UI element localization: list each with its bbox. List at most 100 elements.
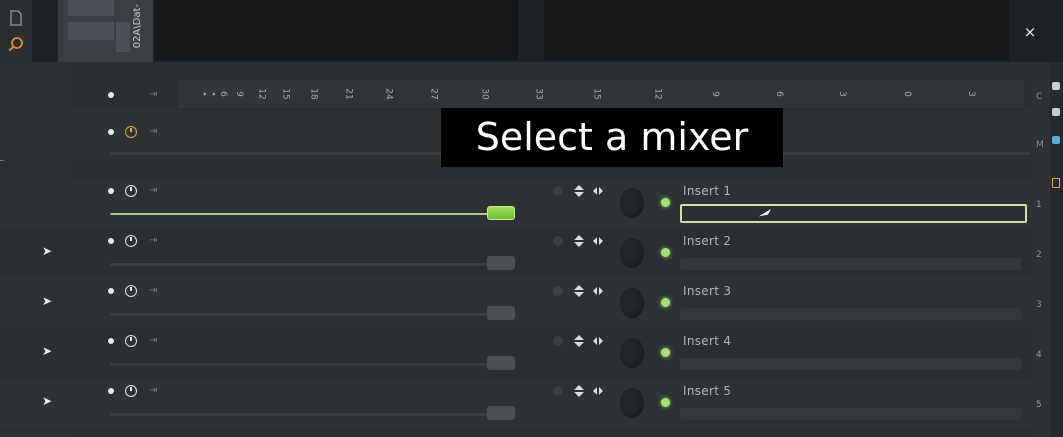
master-dot[interactable] xyxy=(108,92,114,98)
ruler-tick: 3 xyxy=(965,91,976,97)
rail-label: 1 xyxy=(1036,200,1042,210)
insert-label: Insert 1 xyxy=(683,184,732,198)
insert-selector[interactable] xyxy=(680,358,1022,370)
file-icon[interactable] xyxy=(8,10,24,26)
updown-icon[interactable] xyxy=(573,234,585,248)
ruler-tick: 0 xyxy=(901,91,912,97)
right-rail: C M 1 2 3 4 5 xyxy=(1032,80,1050,437)
pan-knob[interactable] xyxy=(553,236,563,246)
rail-label: 2 xyxy=(1036,250,1042,260)
top-toolbar: 02A\Dat- × xyxy=(0,0,1063,62)
updown-icon[interactable] xyxy=(573,184,585,198)
volume-knob[interactable] xyxy=(620,388,644,418)
send-level-track[interactable] xyxy=(110,313,490,316)
input-arrow-icon[interactable]: ⇥ xyxy=(149,286,165,296)
insert-label: Insert 5 xyxy=(683,384,732,398)
rail-label: 3 xyxy=(1036,300,1042,310)
pan-knob[interactable] xyxy=(553,336,563,346)
input-arrow-icon[interactable]: ⇥ xyxy=(149,90,165,100)
row-dot[interactable] xyxy=(108,338,114,344)
pan-knob[interactable] xyxy=(553,286,563,296)
led-icon[interactable] xyxy=(661,248,670,257)
left-right-icon[interactable] xyxy=(592,386,604,396)
ruler-tick: 12 xyxy=(256,88,267,100)
send-level-track[interactable] xyxy=(110,363,490,366)
volume-knob[interactable] xyxy=(620,238,644,268)
chevron-right-icon[interactable]: ➤ xyxy=(42,244,52,258)
send-level-fader[interactable] xyxy=(487,356,515,370)
clock-icon[interactable] xyxy=(125,126,137,138)
ruler-tick: 12 xyxy=(652,88,663,100)
rail-label: 5 xyxy=(1036,400,1042,410)
row-dot[interactable] xyxy=(108,288,114,294)
ruler-tick: 9 xyxy=(709,91,720,97)
toolbar-icons xyxy=(0,0,32,62)
chevron-right-icon[interactable]: ➤ xyxy=(42,294,52,308)
updown-icon[interactable] xyxy=(573,334,585,348)
rail-label: M xyxy=(1036,140,1044,150)
updown-icon[interactable] xyxy=(573,384,585,398)
insert-selector[interactable] xyxy=(680,308,1022,320)
led-icon[interactable] xyxy=(661,198,670,207)
clock-icon[interactable] xyxy=(125,285,137,297)
ruler-tick: 9 xyxy=(233,91,244,97)
send-level-fader[interactable] xyxy=(487,206,515,220)
input-arrow-icon[interactable]: ⇥ xyxy=(149,186,165,196)
clock-icon[interactable] xyxy=(125,235,137,247)
ruler-tick: 15 xyxy=(280,88,291,100)
led-icon[interactable] xyxy=(661,398,670,407)
send-level-fader[interactable] xyxy=(487,406,515,420)
send-level-fader[interactable] xyxy=(487,306,515,320)
search-icon[interactable] xyxy=(8,36,24,52)
input-arrow-icon[interactable]: ⇥ xyxy=(149,127,165,137)
send-level-fader[interactable] xyxy=(487,256,515,270)
led-icon[interactable] xyxy=(661,298,670,307)
row-dot[interactable] xyxy=(108,129,114,135)
close-icon[interactable]: × xyxy=(1020,22,1040,42)
ruler-tick: 21 xyxy=(343,88,354,100)
insert-selector[interactable] xyxy=(680,408,1022,420)
led-icon[interactable] xyxy=(661,348,670,357)
tutorial-caption: Select a mixer xyxy=(441,108,783,167)
rail-label: 4 xyxy=(1036,350,1042,360)
volume-knob[interactable] xyxy=(620,338,644,368)
right-edge-tools xyxy=(1050,62,1063,437)
insert-selector[interactable] xyxy=(680,258,1022,270)
ruler-tick: 6 xyxy=(217,91,228,97)
pan-knob[interactable] xyxy=(553,386,563,396)
chevron-right-icon[interactable]: ➤ xyxy=(42,344,52,358)
ruler-tick: 3 xyxy=(836,91,847,97)
left-right-icon[interactable] xyxy=(592,286,604,296)
chevron-right-icon[interactable]: ➤ xyxy=(42,394,52,408)
input-arrow-icon[interactable]: ⇥ xyxy=(149,236,165,246)
ruler-tick: 27 xyxy=(428,88,439,100)
ruler-tick: 18 xyxy=(308,88,319,100)
send-level-track[interactable] xyxy=(110,263,490,266)
row-dot[interactable] xyxy=(108,238,114,244)
insert-label: Insert 3 xyxy=(683,284,732,298)
input-arrow-icon[interactable]: ⇥ xyxy=(149,386,165,396)
updown-icon[interactable] xyxy=(573,284,585,298)
project-thumbnail[interactable]: 02A\Dat- xyxy=(58,0,153,62)
left-right-icon[interactable] xyxy=(592,186,604,196)
toolbar-panel-left xyxy=(155,0,518,60)
left-right-icon[interactable] xyxy=(592,236,604,246)
insert-label: Insert 2 xyxy=(683,234,732,248)
volume-knob[interactable] xyxy=(620,288,644,318)
send-level-track[interactable] xyxy=(110,413,490,416)
clock-icon[interactable] xyxy=(125,385,137,397)
thumbnail-path-text: 02A\Dat- xyxy=(132,4,143,49)
insert-label: Insert 4 xyxy=(683,334,732,348)
row-dot[interactable] xyxy=(108,188,114,194)
input-arrow-icon[interactable]: ⇥ xyxy=(149,336,165,346)
row-dot[interactable] xyxy=(108,388,114,394)
send-level-track[interactable] xyxy=(110,213,510,215)
left-right-icon[interactable] xyxy=(592,336,604,346)
pan-knob[interactable] xyxy=(553,186,563,196)
clock-icon[interactable] xyxy=(125,185,137,197)
clock-icon[interactable] xyxy=(125,335,137,347)
ruler-tick: 6 xyxy=(773,91,784,97)
insert-selector[interactable] xyxy=(680,204,1027,223)
volume-knob[interactable] xyxy=(620,188,644,218)
mouse-cursor-icon xyxy=(756,207,773,218)
